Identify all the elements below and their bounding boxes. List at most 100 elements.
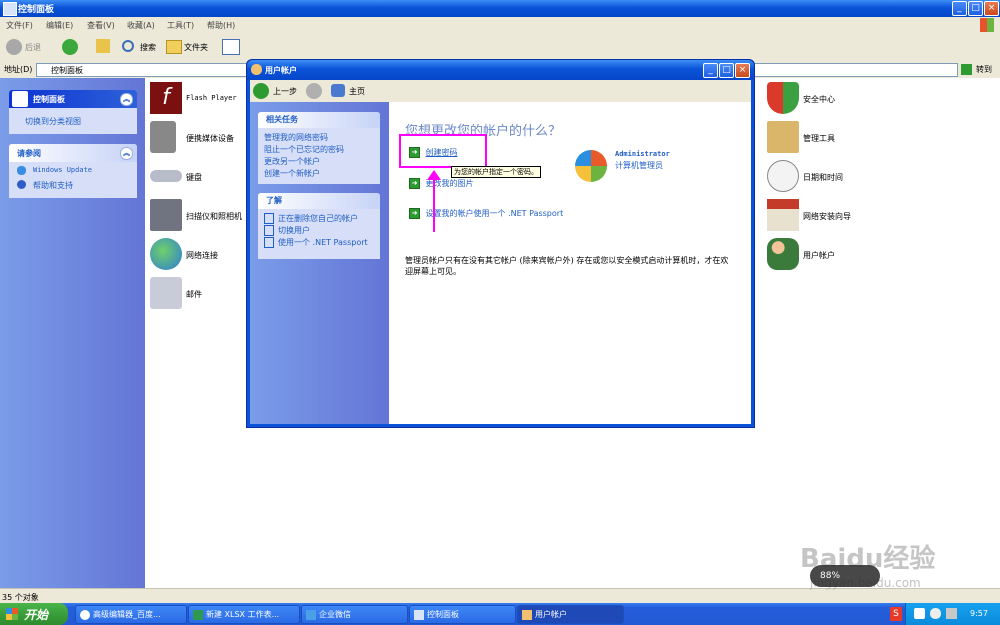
control-panel-icon <box>3 2 17 16</box>
item-label: 便携媒体设备 <box>186 134 234 143</box>
network-globe-icon <box>150 238 182 270</box>
see-also-section: 请参阅 ︽ Windows Update 帮助和支持 <box>9 144 137 198</box>
item-label: 安全中心 <box>803 95 835 104</box>
dialog-navigation-bar: 上一步 主页 <box>250 80 751 102</box>
item-label: 日期和时间 <box>803 173 843 182</box>
taskbar-item[interactable]: 企业微信 <box>301 605 408 624</box>
collapse-chevron-icon[interactable]: ︽ <box>120 93 133 106</box>
taskbar-item[interactable]: 用户帐户 <box>517 605 624 624</box>
views-icon[interactable] <box>222 39 240 55</box>
control-panel-section: 控制面板 ︽ 切换到分类视图 <box>9 90 137 134</box>
close-button[interactable]: × <box>984 1 999 16</box>
back-arrow-icon[interactable] <box>6 39 22 55</box>
menu-tools[interactable]: 工具(T) <box>167 20 194 31</box>
home-icon[interactable] <box>331 84 345 97</box>
back-arrow-icon[interactable] <box>253 83 269 99</box>
menu-file[interactable]: 文件(F) <box>6 20 33 31</box>
dialog-minimize-button[interactable]: _ <box>703 63 718 78</box>
help-and-support-link[interactable]: 帮助和支持 <box>33 180 73 191</box>
go-arrow-icon[interactable] <box>961 64 972 75</box>
window-titlebar[interactable]: 控制面板 _ □ × <box>0 0 1000 17</box>
tray-icon[interactable] <box>914 608 925 619</box>
annotation-arrow <box>433 174 435 232</box>
toolbar: 后退 搜索 文件夹 <box>0 33 1000 62</box>
go-button-label[interactable]: 转到 <box>976 64 992 75</box>
keyboard-icon <box>150 170 182 182</box>
dialog-maximize-button[interactable]: □ <box>719 63 734 78</box>
dialog-titlebar[interactable]: 用户帐户 _ □ × <box>247 60 754 80</box>
address-value: 控制面板 <box>51 66 83 75</box>
windows-update-link[interactable]: Windows Update <box>33 166 92 174</box>
switch-to-category-view-link[interactable]: 切换到分类视图 <box>25 116 81 127</box>
baidu-watermark: Baidu经验 jingyan.baidu.com 88% <box>780 538 980 598</box>
see-also-header[interactable]: 请参阅 ︽ <box>9 144 137 162</box>
taskbar-item[interactable]: 控制面板 <box>409 605 516 624</box>
learn-link[interactable]: 使用一个 .NET Passport <box>258 237 380 249</box>
tooltip: 为您的帐户指定一个密码。 <box>451 166 541 178</box>
see-also-title: 请参阅 <box>17 149 41 158</box>
folders-icon[interactable] <box>166 40 182 54</box>
menu-help[interactable]: 帮助(H) <box>207 20 235 31</box>
control-panel-section-icon <box>12 91 28 107</box>
shield-icon <box>767 82 799 114</box>
menu-edit[interactable]: 编辑(E) <box>46 20 73 31</box>
item-label: Flash Player <box>186 94 237 102</box>
search-icon[interactable] <box>122 40 134 52</box>
maximize-button[interactable]: □ <box>968 1 983 16</box>
related-task-link[interactable]: 阻止一个已忘记的密码 <box>258 144 380 156</box>
start-button[interactable]: 开始 <box>0 603 68 625</box>
scanner-camera-icon <box>150 199 182 231</box>
collapse-chevron-icon[interactable]: ︽ <box>120 147 133 160</box>
item-label: 网络安装向导 <box>803 212 851 221</box>
back-button-label[interactable]: 后退 <box>25 42 41 53</box>
object-count: 35 个对象 <box>2 593 39 602</box>
account-name: Administrator <box>615 150 670 158</box>
tray-icon[interactable] <box>930 608 941 619</box>
taskbar-item[interactable]: 高级编辑器_百度... <box>75 605 187 624</box>
sogou-icon[interactable]: S <box>890 607 902 621</box>
up-folder-icon[interactable] <box>96 39 110 53</box>
flash-player-icon: f <box>150 82 182 114</box>
admin-tools-icon <box>767 121 799 153</box>
users-icon <box>767 238 799 270</box>
minimize-button[interactable]: _ <box>952 1 967 16</box>
learn-link[interactable]: 切换用户 <box>258 225 380 237</box>
taskbar-item[interactable]: 新建 XLSX 工作表... <box>188 605 300 624</box>
window-title: 控制面板 <box>18 5 55 15</box>
item-label: 键盘 <box>186 173 202 182</box>
dialog-back-label[interactable]: 上一步 <box>273 86 297 97</box>
change-picture-link[interactable]: ➜ 更改我的图片 <box>409 178 474 189</box>
forward-arrow-icon[interactable] <box>62 39 78 55</box>
related-task-link[interactable]: 创建一个新帐户 <box>258 168 380 180</box>
account-type: 计算机管理员 <box>615 161 663 170</box>
control-panel-section-header[interactable]: 控制面板 ︽ <box>9 90 137 108</box>
help-doc-icon <box>264 237 274 248</box>
mail-icon <box>150 277 182 309</box>
help-doc-icon <box>264 213 274 224</box>
dialog-content: 您想更改您的帐户的什么？ ➜ 创建密码 为您的帐户指定一个密码。 ➜ 更改我的图… <box>389 102 751 424</box>
green-arrow-icon: ➜ <box>409 208 420 219</box>
search-button-label[interactable]: 搜索 <box>140 42 156 53</box>
learn-about-section: 了解 正在删除您自己的帐户 切换用户 使用一个 .NET Passport <box>258 193 380 259</box>
windows-flag-icon <box>6 608 18 620</box>
user-accounts-window: 用户帐户 _ □ × 上一步 主页 相关任务 管理我的网络密码 阻止一个已忘记的… <box>246 59 755 428</box>
address-label: 地址(D) <box>4 65 33 74</box>
dialog-close-button[interactable]: × <box>735 63 750 78</box>
related-task-link[interactable]: 更改另一个帐户 <box>258 156 380 168</box>
menu-view[interactable]: 查看(V) <box>87 20 115 31</box>
create-password-link[interactable]: ➜ 创建密码 <box>409 147 458 158</box>
admin-note: 管理员帐户只有在没有其它帐户 (除来宾帐户外) 存在或您以安全模式启动计算机时，… <box>405 256 729 276</box>
clock-calendar-icon <box>767 160 799 192</box>
tray-icon[interactable] <box>946 608 957 619</box>
item-label: 管理工具 <box>803 134 835 143</box>
related-task-link[interactable]: 管理我的网络密码 <box>258 132 380 144</box>
windows-update-icon <box>17 166 26 175</box>
folders-button-label[interactable]: 文件夹 <box>184 42 208 53</box>
menu-favorites[interactable]: 收藏(A) <box>127 20 155 31</box>
dialog-home-label[interactable]: 主页 <box>349 86 365 97</box>
forward-arrow-icon[interactable] <box>306 83 322 99</box>
clock[interactable]: 9:57 <box>970 609 988 618</box>
green-arrow-icon: ➜ <box>409 147 420 158</box>
app-icon <box>306 609 316 620</box>
learn-link[interactable]: 正在删除您自己的帐户 <box>258 213 380 225</box>
